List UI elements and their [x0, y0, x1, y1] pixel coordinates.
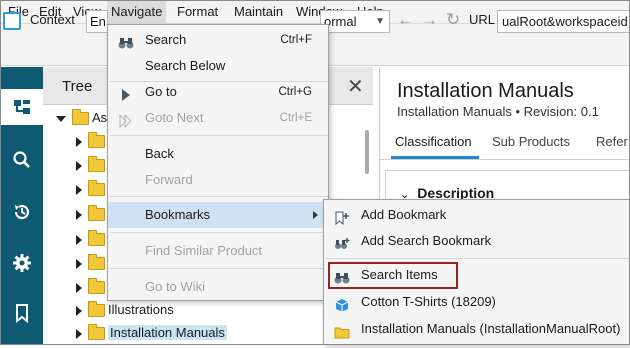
- forward-arrow-icon[interactable]: →: [421, 10, 438, 30]
- tree-node[interactable]: [76, 276, 108, 298]
- tab-references[interactable]: Refer: [596, 134, 628, 149]
- tree-node-label: As: [92, 110, 108, 125]
- folder-icon: [88, 278, 105, 295]
- collapsed-triangle-icon[interactable]: [76, 209, 82, 220]
- menu-item-go-to-wiki[interactable]: Go to Wiki: [108, 274, 328, 300]
- tree-panel-title: Tree: [62, 78, 93, 95]
- collapsed-triangle-icon[interactable]: [76, 184, 82, 195]
- tree-node-illustrations[interactable]: Illustrations: [76, 299, 174, 321]
- collapsed-triangle-icon[interactable]: [76, 282, 82, 293]
- tree-node[interactable]: [76, 178, 108, 200]
- menu-item-go-to[interactable]: Go to Ctrl+G: [108, 79, 328, 105]
- context-icon: [3, 12, 21, 30]
- menu-separator: [110, 135, 328, 136]
- menu-item-cotton-t-shirts[interactable]: Cotton T-Shirts (18209): [324, 289, 629, 315]
- collapsed-triangle-icon[interactable]: [76, 160, 82, 171]
- menu-separator: [110, 232, 328, 233]
- menu-item-search-items[interactable]: Search Items: [324, 262, 629, 289]
- tree-node-label: Illustrations: [108, 302, 174, 317]
- tree-icon[interactable]: [1, 89, 43, 125]
- url-label: URL: [469, 12, 496, 27]
- menu-item-search[interactable]: Search Ctrl+F: [108, 27, 328, 53]
- bookmark-icon[interactable]: [1, 295, 43, 331]
- binoculars-icon: [334, 268, 350, 284]
- search-icon[interactable]: [1, 142, 43, 178]
- tree-node-root[interactable]: As: [56, 107, 107, 129]
- back-arrow-icon[interactable]: ←: [397, 10, 414, 30]
- tab-classification[interactable]: Classification: [395, 134, 472, 149]
- folder-icon: [88, 132, 105, 149]
- menu-separator: [326, 258, 629, 259]
- tree-node-installation-manuals[interactable]: Installation Manuals: [76, 322, 227, 344]
- menu-item-search-below[interactable]: Search Below: [108, 53, 328, 79]
- tree-node[interactable]: [76, 228, 108, 250]
- collapsed-triangle-icon[interactable]: [76, 258, 82, 269]
- folder-icon: [72, 109, 89, 126]
- view-select[interactable]: ormal ▼: [320, 10, 390, 33]
- context-label: Context: [30, 12, 75, 27]
- context-select[interactable]: En: [86, 10, 108, 33]
- menu-item-find-similar-product[interactable]: Find Similar Product: [108, 238, 328, 264]
- tree-node[interactable]: [76, 252, 108, 274]
- collapsed-triangle-icon[interactable]: [76, 234, 82, 245]
- binoculars-icon: [118, 33, 134, 49]
- add-search-bookmark-icon: [334, 234, 350, 249]
- folder-icon: [334, 322, 350, 339]
- play-icon: [118, 85, 134, 101]
- bookmarks-submenu: Add Bookmark Add Search Bookmark Search …: [323, 199, 630, 345]
- menu-item-forward[interactable]: Forward: [108, 167, 328, 193]
- folder-icon: [88, 180, 105, 197]
- tree-node-label: Installation Manuals: [108, 325, 227, 340]
- menu-separator: [110, 268, 328, 269]
- menu-item-goto-next[interactable]: Goto Next Ctrl+E: [108, 105, 328, 131]
- expanded-triangle-icon[interactable]: [56, 115, 66, 122]
- page-subtitle: Installation Manuals • Revision: 0.1: [397, 104, 599, 119]
- add-bookmark-icon: [334, 208, 350, 226]
- menu-navigate[interactable]: Navigate: [107, 1, 167, 23]
- tree-node[interactable]: [76, 130, 108, 152]
- menu-format[interactable]: Format: [173, 1, 222, 23]
- product-cube-icon: [334, 295, 350, 312]
- folder-icon: [88, 230, 105, 247]
- tab-sub-products[interactable]: Sub Products: [492, 134, 570, 149]
- folder-icon: [88, 205, 105, 222]
- close-icon[interactable]: ✕: [347, 74, 364, 99]
- collapsed-triangle-icon[interactable]: [76, 136, 82, 147]
- collapsed-triangle-icon[interactable]: [76, 328, 82, 339]
- menu-item-installation-manuals-bookmark[interactable]: Installation Manuals (InstallationManual…: [324, 316, 629, 342]
- history-icon[interactable]: [1, 194, 43, 230]
- chevron-down-icon: ▼: [375, 16, 385, 27]
- menu-separator: [110, 196, 328, 197]
- page-title: Installation Manuals: [397, 80, 574, 102]
- folder-icon: [88, 324, 105, 341]
- folder-icon: [88, 156, 105, 173]
- active-tab-indicator: [391, 156, 479, 159]
- tree-node[interactable]: [76, 203, 108, 225]
- url-field[interactable]: ualRoot&workspaceid: [497, 10, 630, 33]
- left-sidebar: [1, 67, 43, 344]
- menu-maintain[interactable]: Maintain: [230, 1, 287, 23]
- folder-icon: [88, 254, 105, 271]
- gear-icon[interactable]: [1, 245, 43, 281]
- menu-item-back[interactable]: Back: [108, 141, 328, 167]
- navigate-menu: Search Ctrl+F Search Below Go to Ctrl+G …: [107, 24, 329, 301]
- tree-scrollbar[interactable]: [365, 130, 369, 174]
- menu-item-add-bookmark[interactable]: Add Bookmark: [324, 202, 629, 228]
- tree-node[interactable]: [76, 154, 108, 176]
- menu-item-bookmarks[interactable]: Bookmarks: [108, 202, 328, 228]
- skip-forward-icon: [118, 111, 134, 129]
- submenu-arrow-icon: [313, 211, 318, 219]
- refresh-icon[interactable]: ↻: [446, 10, 460, 30]
- menu-item-add-search-bookmark[interactable]: Add Search Bookmark: [324, 228, 629, 254]
- collapsed-triangle-icon[interactable]: [76, 305, 82, 316]
- folder-icon: [88, 301, 105, 318]
